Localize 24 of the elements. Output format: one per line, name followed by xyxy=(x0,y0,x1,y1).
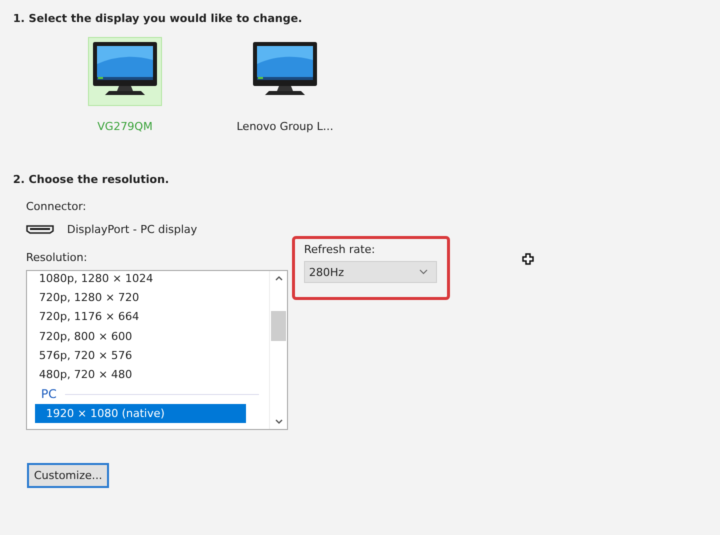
resolution-option[interactable]: 720p, 800 × 600 xyxy=(37,326,239,346)
resolution-option[interactable]: 1920 × 1080 (native) xyxy=(35,404,246,424)
scrollbar-thumb[interactable] xyxy=(271,311,286,341)
resolution-option[interactable]: 720p, 1176 × 664 xyxy=(37,307,239,327)
customize-button[interactable]: Customize... xyxy=(27,463,110,488)
connector-value: DisplayPort - PC display xyxy=(67,223,198,236)
scroll-down-icon[interactable] xyxy=(274,419,282,425)
resolution-option[interactable]: 576p, 720 × 576 xyxy=(37,346,239,365)
display-label[interactable]: Lenovo Group L... xyxy=(236,120,334,133)
refresh-rate-label: Refresh rate: xyxy=(304,243,376,256)
resolution-option[interactable]: 480p, 720 × 480 xyxy=(37,364,239,384)
refresh-rate-dropdown[interactable]: 280Hz xyxy=(304,261,437,283)
cursor-crosshair-icon xyxy=(522,253,534,265)
connector-label: Connector: xyxy=(26,200,88,213)
resolution-option[interactable]: 720p, 1280 × 720 xyxy=(37,288,239,308)
step-heading: 1. Select the display you would like to change. xyxy=(13,12,304,25)
scroll-up-icon[interactable] xyxy=(274,275,282,281)
port-icon xyxy=(26,225,54,234)
resolution-option[interactable]: 1080p, 1280 × 1024 xyxy=(37,271,239,288)
group-heading: PC xyxy=(41,387,57,402)
chevron-down-icon xyxy=(419,269,428,275)
monitor-icon[interactable] xyxy=(88,37,162,106)
resolution-label: Resolution: xyxy=(26,251,88,264)
step-heading: 2. Choose the resolution. xyxy=(13,173,170,186)
